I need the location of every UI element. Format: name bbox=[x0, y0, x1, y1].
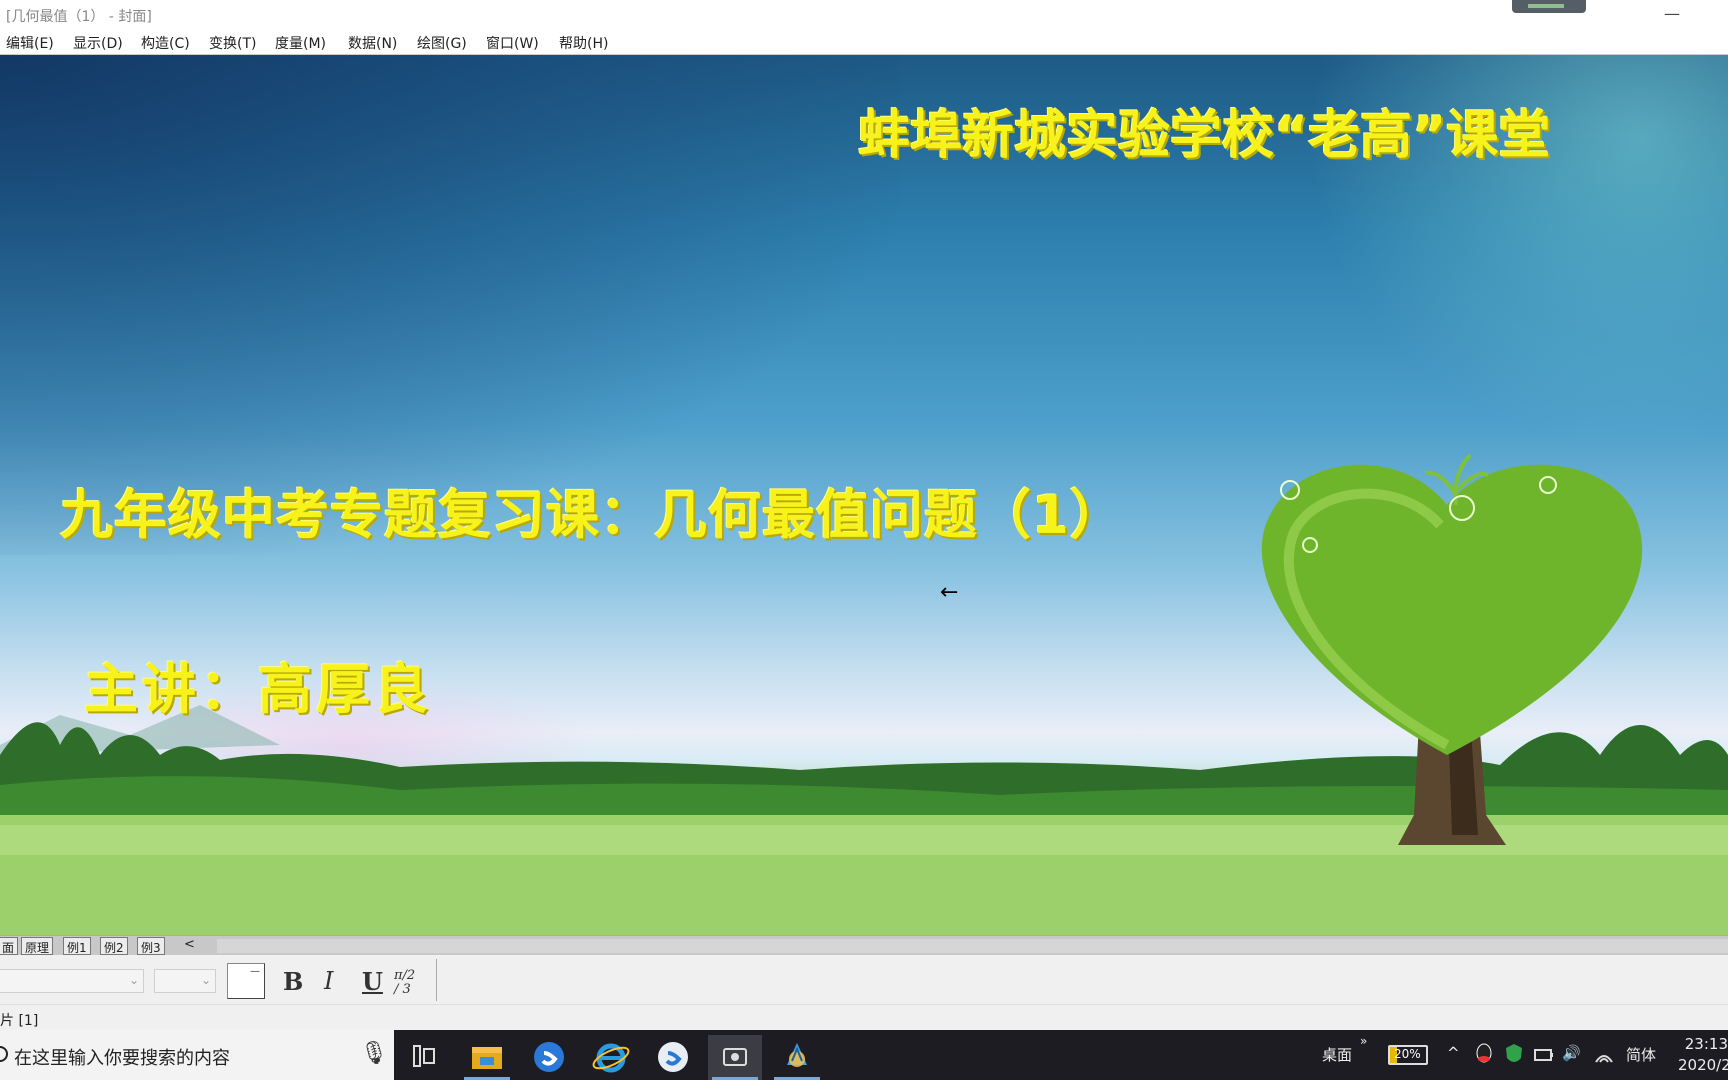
menu-display[interactable]: 显示(D) bbox=[73, 33, 123, 53]
ime-mode-indicator[interactable]: 简体 bbox=[1626, 1044, 1656, 1065]
wifi-icon[interactable] bbox=[1592, 1040, 1616, 1070]
security-shield-icon[interactable] bbox=[1502, 1040, 1526, 1070]
status-bar: 片 [1] bbox=[0, 1005, 1728, 1030]
bold-button[interactable]: B bbox=[283, 967, 303, 996]
menu-window[interactable]: 窗口(W) bbox=[486, 33, 539, 53]
geometers-sketchpad-icon[interactable] bbox=[770, 1035, 824, 1080]
italic-button[interactable]: I bbox=[324, 967, 333, 995]
menu-edit[interactable]: 编辑(E) bbox=[6, 33, 54, 53]
clock-date: 2020/2 bbox=[1678, 1056, 1728, 1074]
underline-button[interactable]: U bbox=[362, 967, 383, 996]
chevron-down-icon: ⌄ bbox=[200, 973, 211, 987]
page-tab-strip: 面 原理 例1 例2 例3 < bbox=[0, 935, 1728, 955]
arrow-cursor-icon: ← bbox=[940, 580, 959, 605]
recording-widget[interactable] bbox=[1512, 0, 1586, 13]
sogou-browser-icon[interactable] bbox=[522, 1035, 576, 1080]
power-status-icon[interactable] bbox=[1532, 1040, 1556, 1070]
chevron-down-icon: ⌄ bbox=[128, 973, 139, 987]
battery-indicator[interactable]: 20% bbox=[1388, 1045, 1428, 1065]
title-bar: [几何最值（1） - 封面] — bbox=[0, 0, 1728, 29]
font-family-select[interactable]: ⌄ bbox=[0, 969, 144, 993]
horizontal-scrollbar[interactable] bbox=[217, 939, 1728, 953]
search-icon bbox=[0, 1046, 8, 1062]
window-title: [几何最值（1） - 封面] bbox=[6, 9, 152, 25]
menu-help[interactable]: 帮助(H) bbox=[559, 33, 608, 53]
search-input[interactable]: 在这里输入你要搜索的内容 bbox=[14, 1044, 230, 1070]
ie-icon[interactable] bbox=[584, 1035, 638, 1080]
status-text: 片 [1] bbox=[0, 1013, 39, 1029]
toolbar-divider bbox=[436, 959, 437, 1001]
sogou-input-icon[interactable] bbox=[646, 1035, 700, 1080]
teacher-label: 主讲：高厚良 bbox=[84, 658, 432, 721]
page-tab-example-3[interactable]: 例3 bbox=[137, 937, 165, 955]
math-format-button[interactable]: π/2 / 3 bbox=[394, 969, 422, 997]
page-tab-example-1[interactable]: 例1 bbox=[63, 937, 91, 955]
menu-transform[interactable]: 变换(T) bbox=[209, 33, 256, 53]
task-view-icon[interactable] bbox=[397, 1035, 451, 1080]
minimize-button[interactable]: — bbox=[1664, 4, 1680, 23]
file-explorer-icon[interactable] bbox=[460, 1035, 514, 1080]
toolbar-more-icon[interactable]: » bbox=[1360, 1034, 1367, 1048]
qq-icon[interactable] bbox=[1472, 1040, 1496, 1070]
menu-construct[interactable]: 构造(C) bbox=[141, 33, 190, 53]
menu-bar: 编辑(E) 显示(D) 构造(C) 变换(T) 度量(M) 数据(N) 绘图(G… bbox=[0, 29, 1728, 55]
clock-time: 23:13 bbox=[1684, 1035, 1728, 1053]
font-size-select[interactable]: ⌄ bbox=[154, 969, 216, 993]
desktop-toolbar-label[interactable]: 桌面 bbox=[1322, 1044, 1352, 1065]
menu-data[interactable]: 数据(N) bbox=[348, 33, 397, 53]
level-meter bbox=[1528, 4, 1564, 8]
page-tab-example-2[interactable]: 例2 bbox=[100, 937, 128, 955]
sketch-canvas[interactable]: 蚌埠新城实验学校“老高”课堂 九年级中考专题复习课：几何最值问题（1） 主讲：高… bbox=[0, 55, 1728, 935]
microphone-icon[interactable]: 🎙 bbox=[360, 1041, 388, 1066]
tab-scroll-left-icon[interactable]: < bbox=[184, 937, 195, 952]
sketchpad-window: [几何最值（1） - 封面] — 编辑(E) 显示(D) 构造(C) 变换(T)… bbox=[0, 0, 1728, 1030]
page-tab-cover[interactable]: 面 bbox=[0, 937, 19, 955]
tray-expand-chevron-icon[interactable]: ^ bbox=[1447, 1044, 1460, 1062]
lesson-title: 九年级中考专题复习课：几何最值问题（1） bbox=[60, 485, 1124, 546]
text-format-toolbar: ⌄ ⌄ — B I U π/2 / 3 bbox=[0, 955, 1728, 1005]
text-color-picker[interactable]: — bbox=[227, 963, 265, 999]
battery-percent: 20% bbox=[1394, 1047, 1421, 1061]
menu-measure[interactable]: 度量(M) bbox=[275, 33, 326, 53]
menu-draw[interactable]: 绘图(G) bbox=[417, 33, 467, 53]
camera-app-icon[interactable] bbox=[708, 1035, 762, 1080]
page-tab-principle[interactable]: 原理 bbox=[21, 937, 54, 955]
school-title: 蚌埠新城实验学校“老高”课堂 bbox=[858, 106, 1551, 166]
windows-taskbar: 在这里输入你要搜索的内容 🎙 桌面 » 20% ^ 🔊 简体 23:13 202… bbox=[0, 1030, 1728, 1080]
taskbar-clock[interactable]: 23:13 2020/2 bbox=[1678, 1034, 1728, 1076]
taskbar-search-box[interactable]: 在这里输入你要搜索的内容 🎙 bbox=[0, 1030, 394, 1080]
volume-icon[interactable]: 🔊 bbox=[1562, 1044, 1581, 1062]
